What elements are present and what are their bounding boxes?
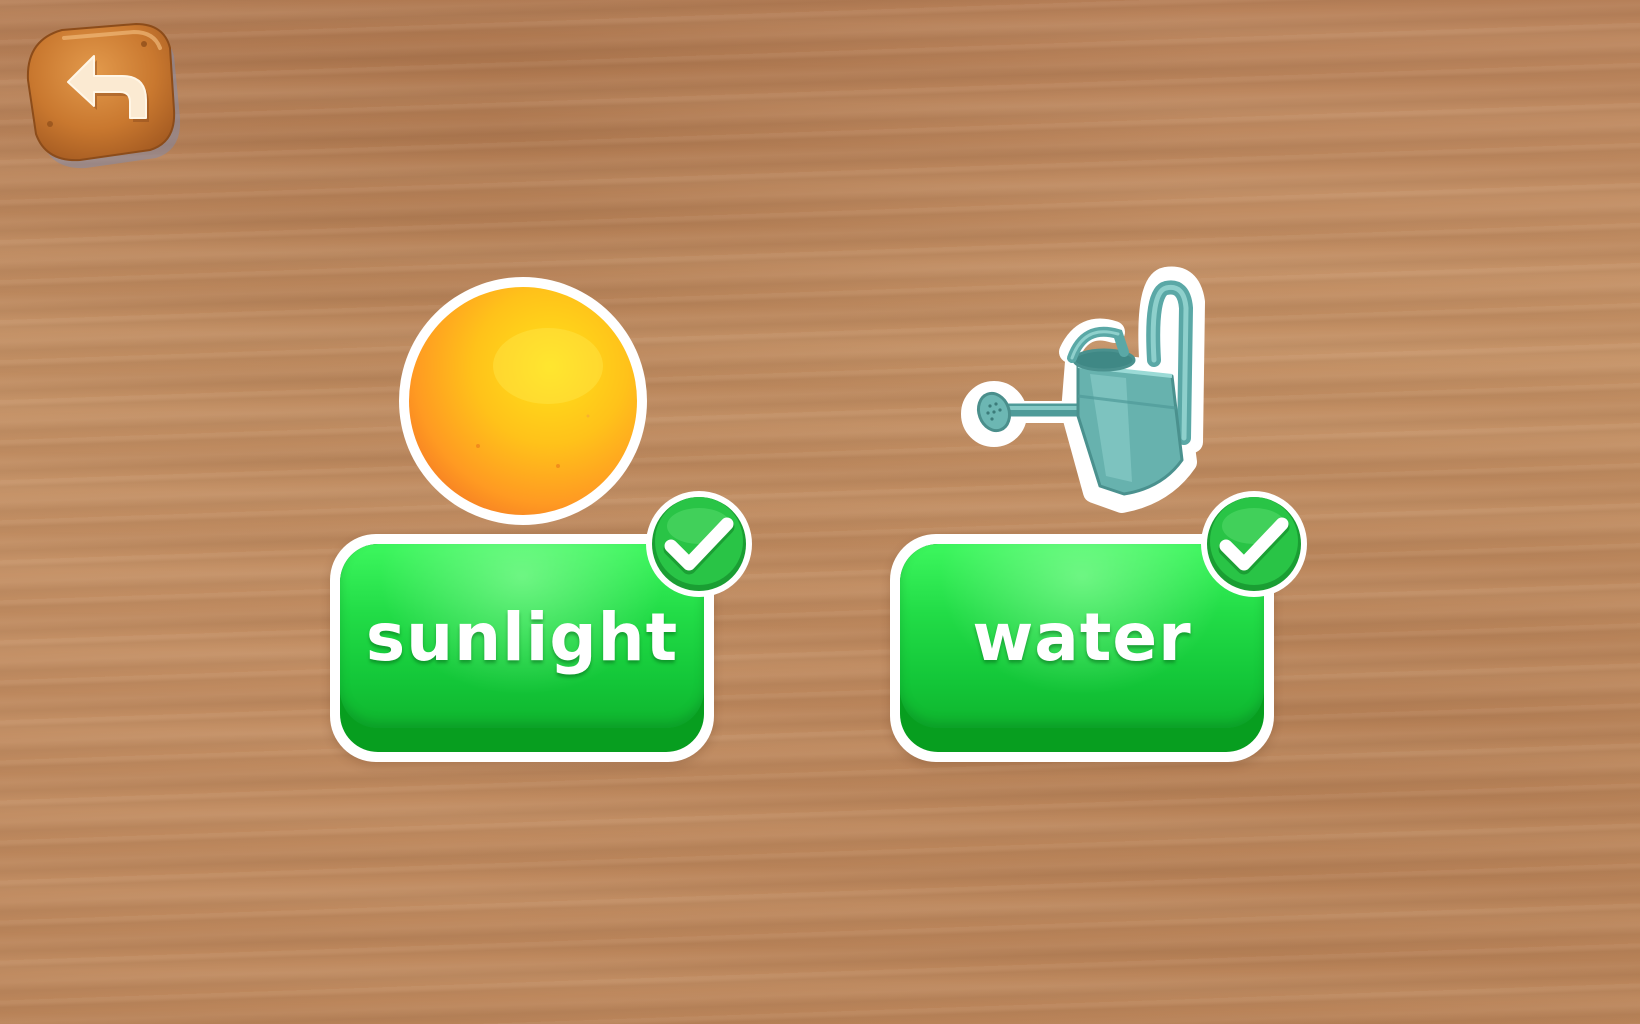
answer-card-sunlight: sunlight	[330, 272, 752, 762]
answer-label: water	[972, 599, 1192, 676]
answer-label: sunlight	[365, 599, 679, 676]
back-arrow-icon	[26, 22, 180, 169]
back-button[interactable]	[24, 20, 180, 170]
checkmark-icon	[1200, 490, 1308, 598]
checkmark-icon	[645, 490, 753, 598]
watering-can-icon	[954, 262, 1224, 524]
answer-card-water: water	[888, 258, 1307, 762]
sun-icon	[398, 276, 648, 526]
